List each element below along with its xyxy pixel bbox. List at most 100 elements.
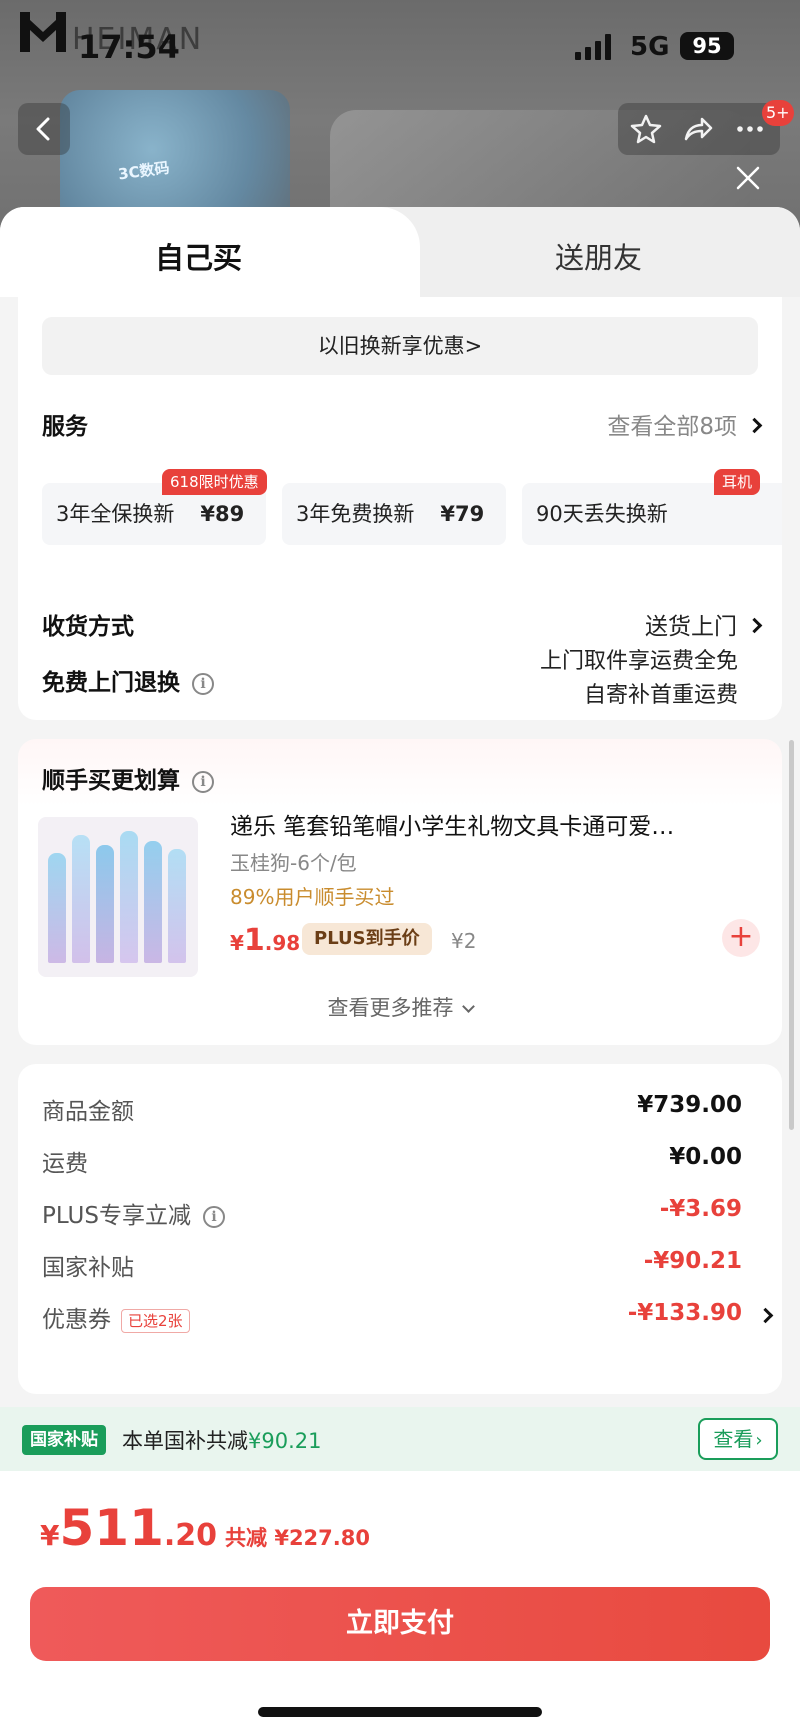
addon-card: 顺手买更划算 i 递乐 笔套铅笔帽小学生礼物文具卡通可爱… 玉桂狗-6个/包 89… xyxy=(18,739,782,1045)
battery-indicator: 95 xyxy=(680,32,734,60)
view-subsidy-button[interactable]: 查看 › xyxy=(698,1418,778,1460)
more-recommendations[interactable]: 查看更多推荐 xyxy=(18,992,782,1022)
message-count-badge: 5+ xyxy=(762,100,794,126)
product-thumbnail[interactable] xyxy=(38,817,198,977)
product-price-currency: ¥ xyxy=(230,931,244,955)
services-view-all-label: 查看全部8项 xyxy=(607,414,737,440)
service-card: 以旧换新享优惠> 服务 查看全部8项 3年全保换新 ¥89 3年免费换新 ¥79 9… xyxy=(18,297,782,720)
purchase-tabs: 自己买 送朋友 xyxy=(0,207,800,297)
home-indicator[interactable] xyxy=(258,1707,542,1717)
product-title[interactable]: 递乐 笔套铅笔帽小学生礼物文具卡通可爱… xyxy=(230,807,770,841)
addon-title: 顺手买更划算 i xyxy=(42,761,214,795)
view-subsidy-label: 查看 xyxy=(713,1427,754,1451)
pencil-shape xyxy=(72,835,90,963)
status-bar: HEIMAN 17:54 5G 95 xyxy=(0,0,800,95)
fee-value: -¥90.21 xyxy=(643,1248,742,1274)
free-return-line1: 上门取件享运费全免 xyxy=(539,649,738,674)
brand-logo-icon xyxy=(20,12,66,52)
product-price: ¥1.98 xyxy=(230,923,300,958)
trade-in-button[interactable]: 以旧换新享优惠> xyxy=(42,317,758,375)
free-return-label: 免费上门退换 xyxy=(42,670,180,696)
close-icon[interactable] xyxy=(730,160,766,196)
add-to-order-button[interactable]: + xyxy=(722,919,760,957)
tab-buy-for-self[interactable]: 自己买 xyxy=(155,235,242,277)
total-decimal: .20 xyxy=(163,1518,218,1553)
service-option-name: 3年免费换新 xyxy=(296,502,415,526)
scrollbar[interactable] xyxy=(789,740,794,1130)
status-time: 17:54 xyxy=(78,28,180,66)
delivery-method[interactable]: 送货上门 xyxy=(645,607,763,641)
top-action-bar xyxy=(618,103,780,155)
coupon-selected-badge: 已选2张 xyxy=(121,1308,190,1333)
limited-offer-badge: 618限时优惠 xyxy=(162,469,267,495)
service-option-name: 90天丢失换新 xyxy=(536,502,668,526)
chevron-right-icon xyxy=(757,1307,774,1324)
more-icon[interactable] xyxy=(734,113,766,145)
fee-value: -¥3.69 xyxy=(659,1196,742,1222)
fee-label: 运费 xyxy=(42,1151,88,1177)
total-integer: 511 xyxy=(59,1499,164,1557)
total-currency: ¥ xyxy=(40,1519,60,1552)
national-subsidy-tag: 国家补贴 xyxy=(22,1425,106,1455)
fee-value: -¥133.90 xyxy=(627,1300,742,1326)
product-buy-rate: 89%用户顺手买过 xyxy=(230,885,395,909)
fee-row-goods: 商品金额 ¥739.00 xyxy=(42,1092,742,1126)
share-icon[interactable] xyxy=(682,113,714,145)
national-subsidy-amount: ¥90.21 xyxy=(248,1429,322,1453)
free-return-details: 上门取件享运费全免 自寄补首重运费 xyxy=(540,645,738,713)
pencil-shape xyxy=(144,841,162,963)
fee-label: 国家补贴 xyxy=(42,1255,134,1281)
checkout-footer: ¥511.20 共减 ¥227.80 立即支付 xyxy=(0,1471,800,1730)
chevron-right-icon xyxy=(746,417,763,434)
plus-price-tag: PLUS到手价 xyxy=(302,923,432,955)
back-button[interactable] xyxy=(18,103,70,155)
info-icon[interactable]: i xyxy=(192,770,214,793)
fee-label: PLUS专享立减 xyxy=(42,1203,191,1229)
fee-row-plus-discount: PLUS专享立减 i -¥3.69 xyxy=(42,1196,742,1230)
addon-title-label: 顺手买更划算 xyxy=(42,768,180,794)
pay-now-button[interactable]: 立即支付 xyxy=(30,1587,770,1661)
signal-strength-icon xyxy=(575,34,611,60)
pencil-shape xyxy=(168,849,186,963)
fee-label: 商品金额 xyxy=(42,1099,134,1125)
national-subsidy-text: 本单国补共减 xyxy=(122,1429,248,1453)
info-icon[interactable]: i xyxy=(202,1205,225,1228)
national-subsidy-bar: 国家补贴 本单国补共减¥90.21 查看 › xyxy=(0,1407,800,1471)
service-options: 3年全保换新 ¥89 3年免费换新 ¥79 90天丢失换新 xyxy=(42,483,782,545)
total-saved: 共减 ¥227.80 xyxy=(225,1526,370,1550)
delivery-method-value: 送货上门 xyxy=(645,614,737,640)
free-return-line2: 自寄补首重运费 xyxy=(583,683,738,708)
service-option-name: 3年全保换新 xyxy=(56,502,175,526)
pencil-shape xyxy=(96,845,114,963)
fee-value: ¥739.00 xyxy=(637,1092,742,1118)
earphone-badge: 耳机 xyxy=(714,469,761,495)
service-option-price: ¥79 xyxy=(440,502,485,526)
fee-row-national-subsidy: 国家补贴 -¥90.21 xyxy=(42,1248,742,1282)
fee-row-coupon[interactable]: 优惠券 已选2张 -¥133.90 xyxy=(42,1300,742,1334)
more-recommendations-label: 查看更多推荐 xyxy=(327,996,454,1020)
chevron-right-icon xyxy=(746,617,763,634)
order-total: ¥511.20 共减 ¥227.80 xyxy=(40,1499,370,1557)
pencil-shape xyxy=(120,831,138,963)
free-return-title: 免费上门退换 i xyxy=(42,663,214,697)
chevron-down-icon xyxy=(461,1000,475,1013)
pencil-shape xyxy=(48,853,66,963)
checkout-sheet: 自己买 送朋友 以旧换新享优惠> 服务 查看全部8项 3年全保换新 ¥89 3年免… xyxy=(0,207,800,1730)
chevron-left-icon xyxy=(36,117,50,141)
services-view-all[interactable]: 查看全部8项 xyxy=(607,407,763,441)
service-option-price: ¥89 xyxy=(200,502,245,526)
tab-send-to-friend[interactable]: 送朋友 xyxy=(555,235,642,277)
info-icon[interactable]: i xyxy=(192,672,214,695)
fee-value: ¥0.00 xyxy=(669,1144,742,1170)
product-price-integer: 1 xyxy=(243,923,265,958)
delivery-title: 收货方式 xyxy=(42,614,134,640)
product-original-price: ¥2 xyxy=(451,929,477,953)
services-title: 服务 xyxy=(42,414,88,440)
product-spec: 玉桂狗-6个/包 xyxy=(230,851,357,875)
price-breakdown-card: 商品金额 ¥739.00 运费 ¥0.00 PLUS专享立减 i -¥3.69 国… xyxy=(18,1064,782,1394)
product-price-decimal: .98 xyxy=(264,931,301,955)
star-icon[interactable] xyxy=(630,113,662,145)
network-type: 5G xyxy=(630,32,670,62)
fee-row-shipping: 运费 ¥0.00 xyxy=(42,1144,742,1178)
service-option-free-replace[interactable]: 3年免费换新 ¥79 xyxy=(282,483,506,545)
